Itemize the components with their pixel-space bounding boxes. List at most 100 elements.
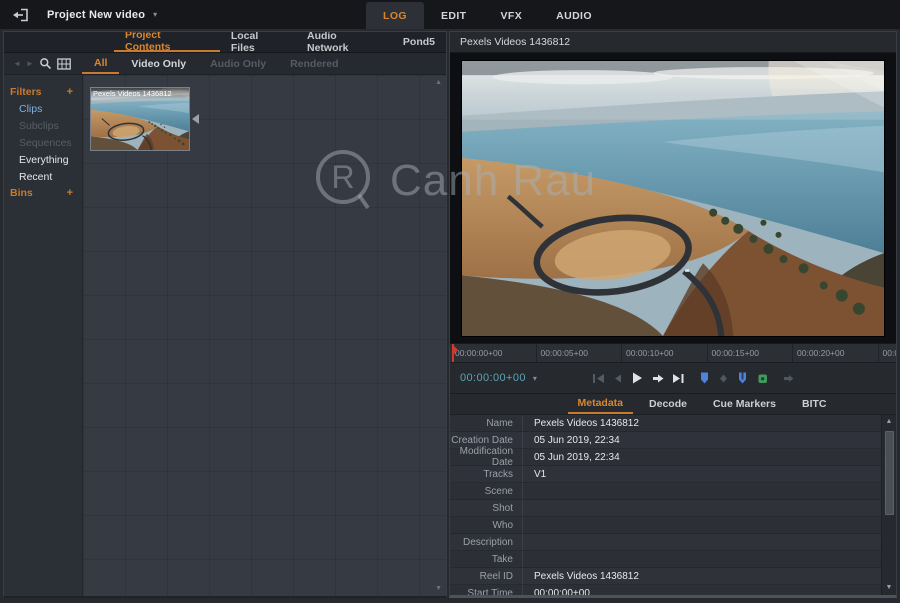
timecode-display[interactable]: 00:00:00+00 ▾ (460, 372, 537, 384)
tab-cue-markers[interactable]: Cue Markers (703, 394, 786, 414)
tab-decode[interactable]: Decode (639, 394, 697, 414)
timeline-ruler[interactable]: 00:00:00+00 00:00:05+00 00:00:10+00 00:0… (450, 344, 896, 363)
filters-header: Filters + (4, 84, 82, 100)
share-button[interactable] (782, 372, 795, 385)
browser-body: Filters + Clips Subclips Sequences Every… (4, 75, 446, 596)
subtab-all[interactable]: All (82, 53, 119, 74)
clear-marks-button[interactable] (718, 372, 729, 385)
ruler-tick: 00:00:15+00 (707, 344, 793, 362)
ruler-tick: 00:00:20+00 (792, 344, 878, 362)
nav-forward-icon[interactable]: ► (26, 59, 34, 68)
browser-tabs: Project Contents Local Files Audio Netwo… (4, 32, 446, 53)
metadata-value[interactable] (522, 551, 881, 567)
sidebar-item-clips[interactable]: Clips (4, 100, 82, 117)
content-scroll-up-icon[interactable]: ▲ (435, 79, 442, 86)
ruler-tick: 00:00:05+00 (536, 344, 622, 362)
ruler-tick: 00:00:25+00 (878, 344, 897, 362)
tab-pond5[interactable]: Pond5 (392, 32, 446, 52)
search-icon (39, 57, 52, 70)
browser-nav: ◄ ► (4, 53, 82, 74)
sidebar-item-sequences[interactable]: Sequences (4, 134, 82, 151)
mark-in-button[interactable] (698, 371, 711, 385)
play-button[interactable] (630, 371, 644, 385)
metadata-value[interactable]: Pexels Videos 1436812 (522, 415, 881, 431)
grid-view-icon (57, 58, 71, 70)
play-icon (630, 371, 644, 385)
metadata-label: Reel ID (450, 568, 522, 584)
project-caret-icon[interactable]: ▾ (153, 10, 157, 19)
lightworks-window: Project New video ▾ LOG EDIT VFX AUDIO P… (0, 0, 900, 603)
mark-out-button[interactable] (736, 371, 749, 385)
metadata-value[interactable]: V1 (522, 466, 881, 482)
park-icon (756, 372, 769, 385)
mark-out-icon (736, 371, 749, 385)
clip-tile[interactable]: Pexels Videos 1436812 (90, 87, 190, 151)
skip-to-end-button[interactable] (672, 372, 685, 385)
filters-sidebar: Filters + Clips Subclips Sequences Every… (4, 75, 82, 596)
viewer-title: Pexels Videos 1436812 (450, 32, 896, 53)
park-button[interactable] (756, 372, 769, 385)
step-back-button[interactable] (612, 372, 623, 385)
transport-controls (592, 371, 795, 385)
timecode-caret-icon: ▾ (533, 374, 537, 383)
sidebar-item-subclips[interactable]: Subclips (4, 117, 82, 134)
metadata-value[interactable] (522, 483, 881, 499)
video-frame-image (462, 61, 884, 336)
metadata-label: Who (450, 517, 522, 533)
tab-log[interactable]: LOG (366, 2, 424, 29)
title-bar: Project New video ▾ LOG EDIT VFX AUDIO (0, 0, 900, 29)
mark-in-icon (698, 371, 711, 385)
sidebar-item-recent[interactable]: Recent (4, 168, 82, 185)
tile-view-button[interactable] (57, 58, 71, 70)
ruler-tick: 00:00:10+00 (621, 344, 707, 362)
scrollbar-up-icon[interactable]: ▲ (886, 418, 893, 426)
tab-bitc[interactable]: BITC (792, 394, 837, 414)
metadata-value[interactable]: Pexels Videos 1436812 (522, 568, 881, 584)
scrollbar-thumb[interactable] (885, 431, 894, 515)
bins-label: Bins (10, 187, 33, 199)
exit-project-button[interactable] (12, 8, 29, 22)
search-button[interactable] (39, 57, 52, 70)
metadata-tabs: Metadata Decode Cue Markers BITC (450, 394, 896, 415)
skip-to-start-button[interactable] (592, 372, 605, 385)
metadata-row: Shot (450, 500, 881, 517)
metadata-scrollbar[interactable]: ▲ ▼ (881, 415, 896, 595)
share-arrow-icon (782, 372, 795, 385)
skip-end-icon (672, 372, 685, 385)
add-filter-button[interactable]: + (67, 86, 73, 98)
metadata-row: Creation Date05 Jun 2019, 22:34 (450, 432, 881, 449)
subtab-rendered[interactable]: Rendered (278, 53, 350, 74)
metadata-value[interactable] (522, 517, 881, 533)
metadata-rows: NamePexels Videos 1436812 Creation Date0… (450, 415, 881, 595)
video-preview[interactable] (461, 60, 885, 337)
metadata-label: Shot (450, 500, 522, 516)
metadata-row: Start Time00:00:00+00 (450, 585, 881, 595)
subtab-audio-only[interactable]: Audio Only (198, 53, 278, 74)
tab-vfx[interactable]: VFX (483, 2, 539, 29)
content-scroll-down-icon[interactable]: ▼ (435, 585, 442, 592)
metadata-row: Modification Date05 Jun 2019, 22:34 (450, 449, 881, 466)
metadata-value[interactable] (522, 500, 881, 516)
scrollbar-down-icon[interactable]: ▼ (886, 584, 893, 592)
sidebar-item-everything[interactable]: Everything (4, 151, 82, 168)
metadata-value[interactable]: 05 Jun 2019, 22:34 (522, 449, 881, 465)
tab-project-contents[interactable]: Project Contents (114, 32, 220, 52)
tab-metadata[interactable]: Metadata (568, 394, 634, 414)
add-bin-button[interactable]: + (67, 187, 73, 199)
metadata-value[interactable] (522, 534, 881, 550)
tab-local-files[interactable]: Local Files (220, 32, 296, 52)
subtab-video-only[interactable]: Video Only (119, 53, 198, 74)
metadata-value[interactable]: 05 Jun 2019, 22:34 (522, 432, 881, 448)
metadata-value[interactable]: 00:00:00+00 (522, 585, 881, 595)
nav-back-icon[interactable]: ◄ (13, 59, 21, 68)
step-forward-button[interactable] (651, 372, 665, 385)
tab-audio-network[interactable]: Audio Network (296, 32, 392, 52)
playhead-marker[interactable] (452, 344, 454, 363)
tab-edit[interactable]: EDIT (424, 2, 484, 29)
content-browser-panel: Project Contents Local Files Audio Netwo… (3, 31, 447, 598)
metadata-row: NamePexels Videos 1436812 (450, 415, 881, 432)
metadata-label: Name (450, 415, 522, 431)
source-viewer-panel: Pexels Videos 1436812 00:00:00+00 00:00:… (449, 31, 897, 598)
tab-audio[interactable]: AUDIO (539, 2, 609, 29)
selected-clip-pointer-icon (192, 114, 199, 124)
